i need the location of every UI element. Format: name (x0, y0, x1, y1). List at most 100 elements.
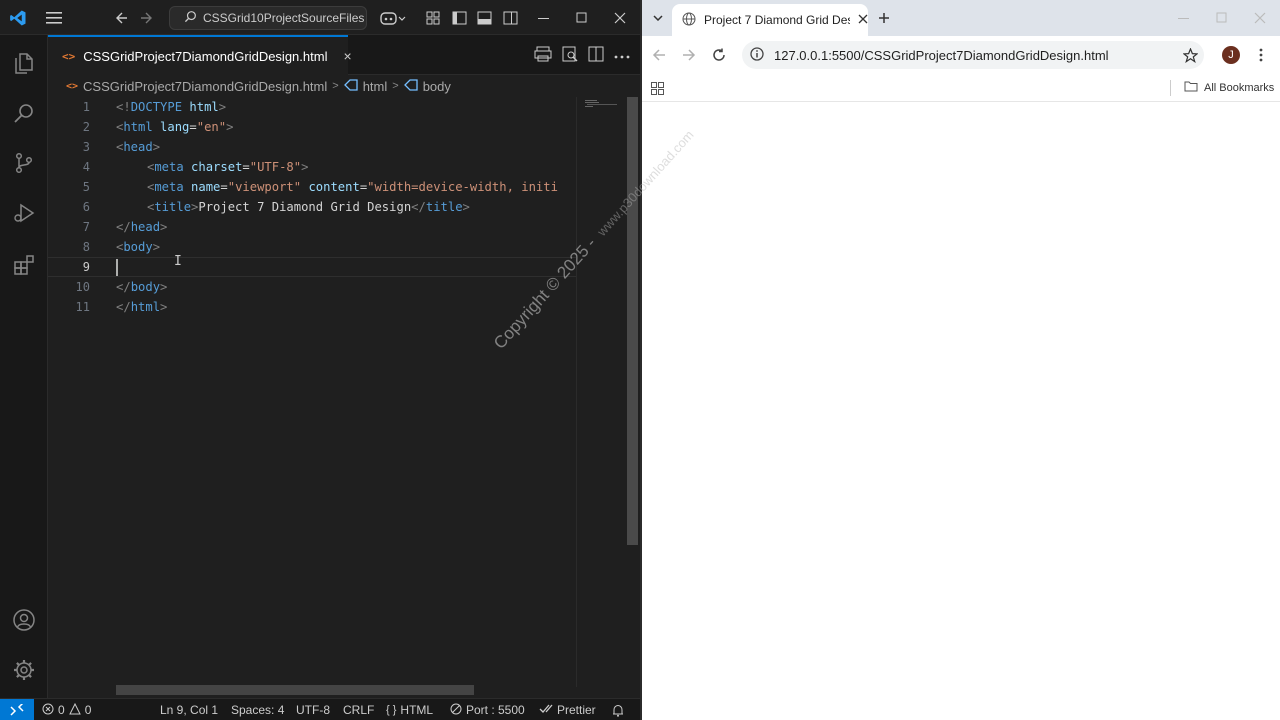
editor-tab-bar: <> CSSGridProject7DiamondGridDesign.html… (48, 35, 640, 75)
line-content: <meta charset="UTF-8"> (147, 160, 309, 174)
minimize-icon[interactable] (534, 0, 554, 35)
line-content: <head> (116, 140, 161, 154)
activity-bar (0, 35, 48, 698)
line-number: 7 (82, 220, 90, 234)
language-mode[interactable]: { } HTML (386, 699, 433, 720)
folder-icon (1184, 81, 1198, 95)
warning-count: 0 (84, 703, 92, 717)
line-number: 11 (75, 300, 90, 314)
maximize-icon[interactable] (572, 0, 592, 35)
language-label: HTML (400, 703, 434, 717)
line-number: 8 (82, 240, 90, 254)
html-file-icon: <> (62, 49, 76, 63)
chevron-right-icon: > (392, 80, 399, 92)
all-bookmarks-label: All Bookmarks (1204, 82, 1275, 94)
live-server-port[interactable]: Port : 5500 (450, 699, 525, 720)
code-line-current: 9 (48, 257, 576, 277)
code-line: 5 <meta name="viewport" content="width=d… (48, 177, 576, 197)
breadcrumb-body[interactable]: body (423, 79, 451, 94)
all-bookmarks-button[interactable]: All Bookmarks (1184, 74, 1274, 102)
address-bar[interactable]: 127.0.0.1:5500/CSSGridProject7DiamondGri… (742, 41, 1204, 69)
end-of-line[interactable]: CRLF (343, 699, 374, 720)
line-number: 2 (82, 120, 90, 134)
code-editor[interactable]: 1 <!DOCTYPE html> 2 <html lang="en"> 3 <… (48, 97, 624, 687)
run-debug-icon[interactable] (0, 189, 48, 237)
encoding[interactable]: UTF-8 (296, 699, 330, 720)
tab-active-file[interactable]: <> CSSGridProject7DiamondGridDesign.html… (48, 35, 352, 75)
vertical-scroll-thumb[interactable] (627, 97, 638, 545)
line-content: <body> (116, 240, 161, 254)
line-content: </head> (116, 220, 168, 234)
title-bar: CSSGrid10ProjectSourceFiles (0, 0, 640, 35)
manage-gear-icon[interactable] (0, 646, 48, 694)
toggle-panel-icon[interactable] (475, 0, 493, 35)
browser-toolbar: 127.0.0.1:5500/CSSGridProject7DiamondGri… (642, 36, 1280, 74)
prettier-status[interactable]: Prettier (539, 699, 596, 720)
maximize-icon[interactable] (1212, 8, 1232, 28)
horizontal-scroll-thumb[interactable] (116, 685, 474, 695)
toggle-secondary-sidebar-icon[interactable] (501, 0, 519, 35)
menu-icon[interactable] (42, 0, 66, 35)
line-content: <title>Project 7 Diamond Grid Design</ti… (147, 200, 470, 214)
url-text: 127.0.0.1:5500/CSSGridProject7DiamondGri… (774, 47, 1109, 63)
new-tab-icon[interactable] (874, 8, 894, 28)
copilot-icon[interactable] (378, 0, 408, 35)
line-content: <!DOCTYPE html> (116, 100, 227, 114)
vscode-logo-icon (6, 0, 30, 35)
code-line: 11 </html> (48, 297, 576, 317)
site-info-icon[interactable] (750, 46, 764, 64)
chevron-right-icon: > (332, 80, 339, 92)
indentation[interactable]: Spaces: 4 (231, 699, 284, 720)
explorer-icon[interactable] (0, 39, 48, 87)
line-number: 6 (82, 200, 90, 214)
port-label: Port : 5500 (466, 703, 525, 717)
problems-indicator[interactable]: 0 0 (42, 699, 91, 720)
bookmarks-separator (1170, 80, 1171, 96)
line-content: </html> (116, 300, 168, 314)
more-actions-icon[interactable] (614, 48, 630, 62)
code-line: 8 <body> (48, 237, 576, 257)
browser-tab[interactable]: Project 7 Diamond Grid Design (672, 4, 868, 36)
accounts-icon[interactable] (0, 596, 48, 644)
forward-arrow-icon[interactable] (136, 0, 158, 35)
vscode-window: CSSGrid10ProjectSourceFiles <> CSSGridPr… (0, 0, 640, 720)
show-preview-icon[interactable] (562, 46, 578, 65)
tab-search-chevron-icon[interactable] (648, 8, 668, 28)
source-control-icon[interactable] (0, 139, 48, 187)
close-window-icon[interactable] (1250, 8, 1270, 28)
search-view-icon[interactable] (0, 89, 48, 137)
browser-tab-title: Project 7 Diamond Grid Design (704, 13, 850, 27)
error-icon (42, 703, 54, 718)
minimap[interactable] (576, 97, 626, 687)
notifications-bell-icon[interactable] (612, 699, 624, 720)
remote-indicator[interactable] (0, 699, 34, 720)
tab-close-icon[interactable] (858, 13, 868, 27)
breadcrumb-file[interactable]: CSSGridProject7DiamondGridDesign.html (83, 79, 327, 94)
minimize-icon[interactable] (1174, 8, 1194, 28)
tab-label: CSSGridProject7DiamondGridDesign.html (83, 48, 328, 64)
close-window-icon[interactable] (610, 0, 630, 35)
line-number: 5 (82, 180, 90, 194)
extensions-icon[interactable] (0, 241, 48, 289)
split-editor-icon[interactable] (588, 46, 604, 65)
tab-close-icon[interactable]: × (343, 48, 351, 64)
back-arrow-icon[interactable] (110, 0, 132, 35)
forward-arrow-icon[interactable] (678, 45, 700, 65)
kebab-menu-icon[interactable] (1254, 45, 1268, 65)
toggle-primary-sidebar-icon[interactable] (450, 0, 468, 35)
command-center-search[interactable]: CSSGrid10ProjectSourceFiles (169, 6, 367, 30)
back-arrow-icon[interactable] (648, 45, 670, 65)
apps-grid-icon[interactable] (648, 80, 666, 96)
code-line: 7 </head> (48, 217, 576, 237)
reload-icon[interactable] (708, 45, 730, 65)
breadcrumb-html[interactable]: html (363, 79, 388, 94)
bookmark-star-icon[interactable] (1180, 45, 1200, 65)
line-number: 9 (82, 260, 90, 274)
code-line: 1 <!DOCTYPE html> (48, 97, 576, 117)
cursor-position[interactable]: Ln 9, Col 1 (160, 699, 218, 720)
open-preview-icon[interactable] (534, 46, 552, 65)
html-file-icon: <> (66, 80, 79, 92)
line-number: 10 (75, 280, 90, 294)
customize-layout-icon[interactable] (424, 0, 442, 35)
profile-avatar[interactable]: J (1222, 46, 1240, 64)
